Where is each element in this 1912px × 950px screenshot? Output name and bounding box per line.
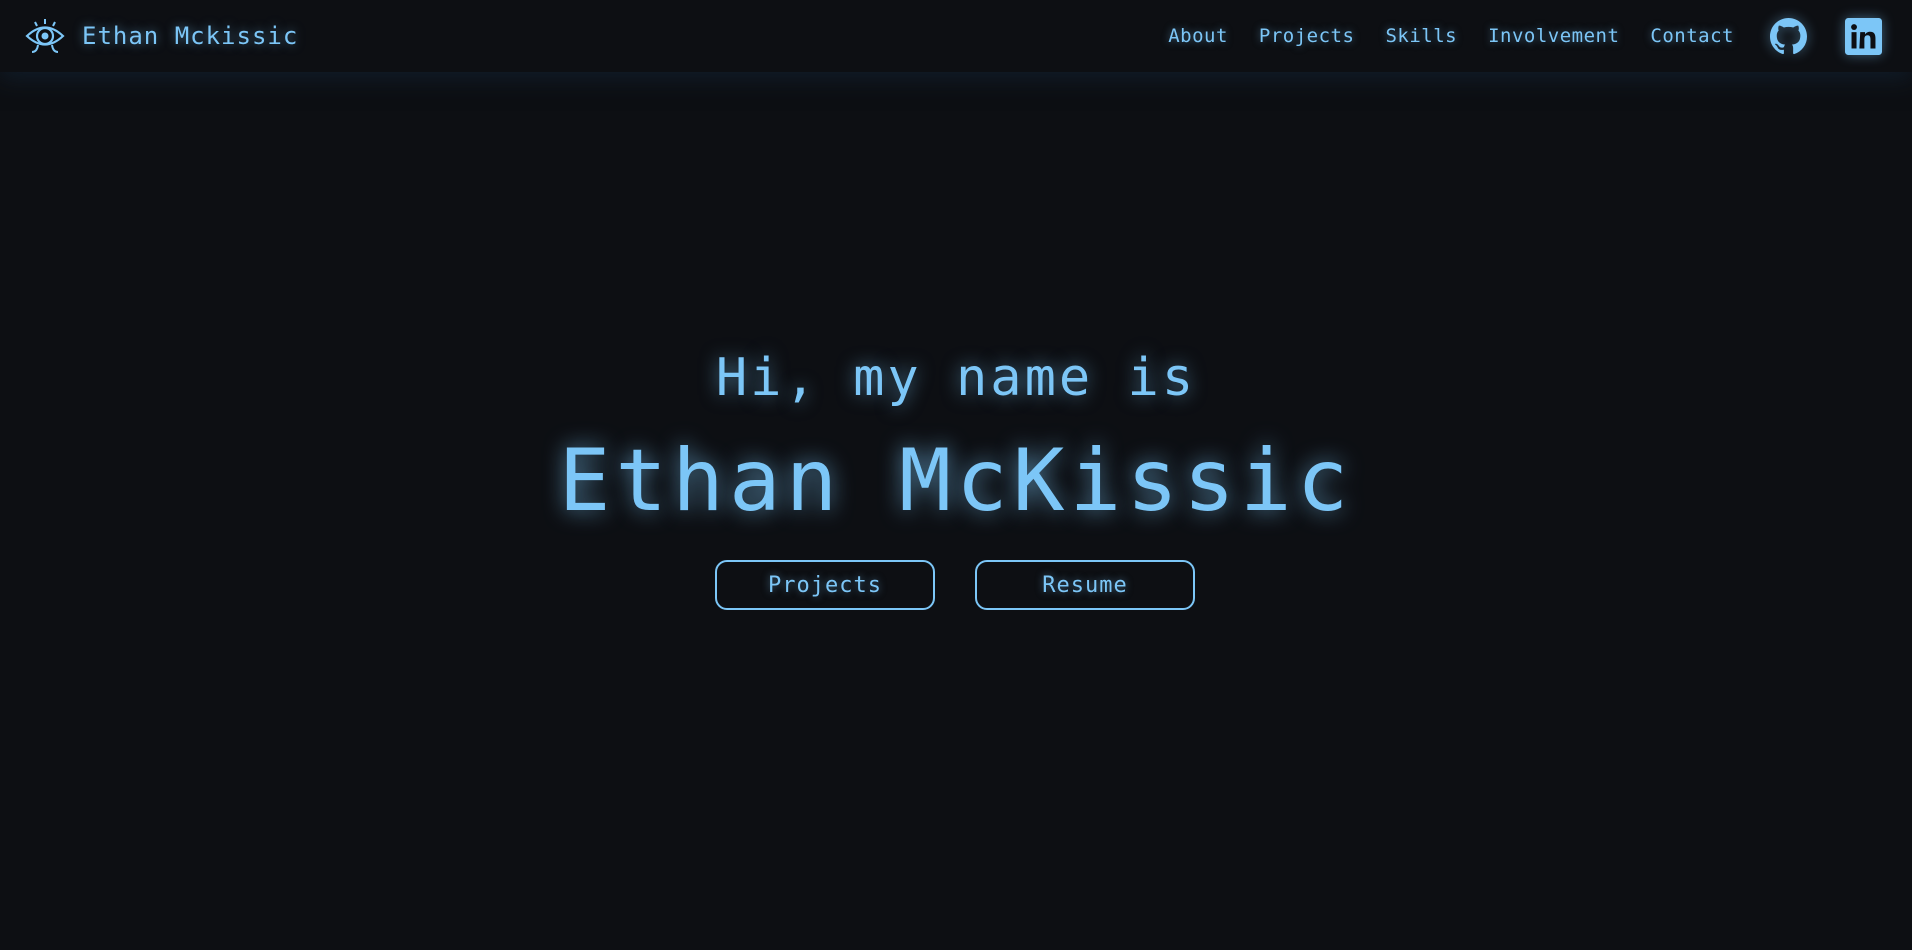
nav-links: About Projects Skills Involvement Contac…	[1168, 25, 1734, 47]
eye-logo-icon	[24, 17, 66, 55]
social-links	[1770, 17, 1882, 55]
nav-link-contact[interactable]: Contact	[1650, 25, 1734, 47]
hero-name: Ethan McKissic	[558, 431, 1354, 531]
linkedin-icon[interactable]	[1845, 17, 1882, 55]
brand[interactable]: Ethan Mckissic	[24, 17, 298, 55]
projects-button[interactable]: Projects	[715, 560, 935, 610]
nav-right: About Projects Skills Involvement Contac…	[1168, 17, 1882, 55]
resume-button[interactable]: Resume	[975, 560, 1195, 610]
navbar: Ethan Mckissic About Projects Skills Inv…	[0, 0, 1912, 72]
nav-link-about[interactable]: About	[1168, 25, 1228, 47]
brand-name: Ethan Mckissic	[82, 22, 299, 50]
nav-link-involvement[interactable]: Involvement	[1488, 25, 1619, 47]
nav-link-projects[interactable]: Projects	[1259, 25, 1355, 47]
github-icon[interactable]	[1770, 17, 1807, 55]
hero-buttons: Projects Resume	[0, 560, 1912, 610]
hero-greeting: Hi, my name is	[715, 348, 1197, 408]
nav-link-skills[interactable]: Skills	[1385, 25, 1457, 47]
hero: Hi, my name is Ethan McKissic Projects R…	[0, 340, 1912, 610]
